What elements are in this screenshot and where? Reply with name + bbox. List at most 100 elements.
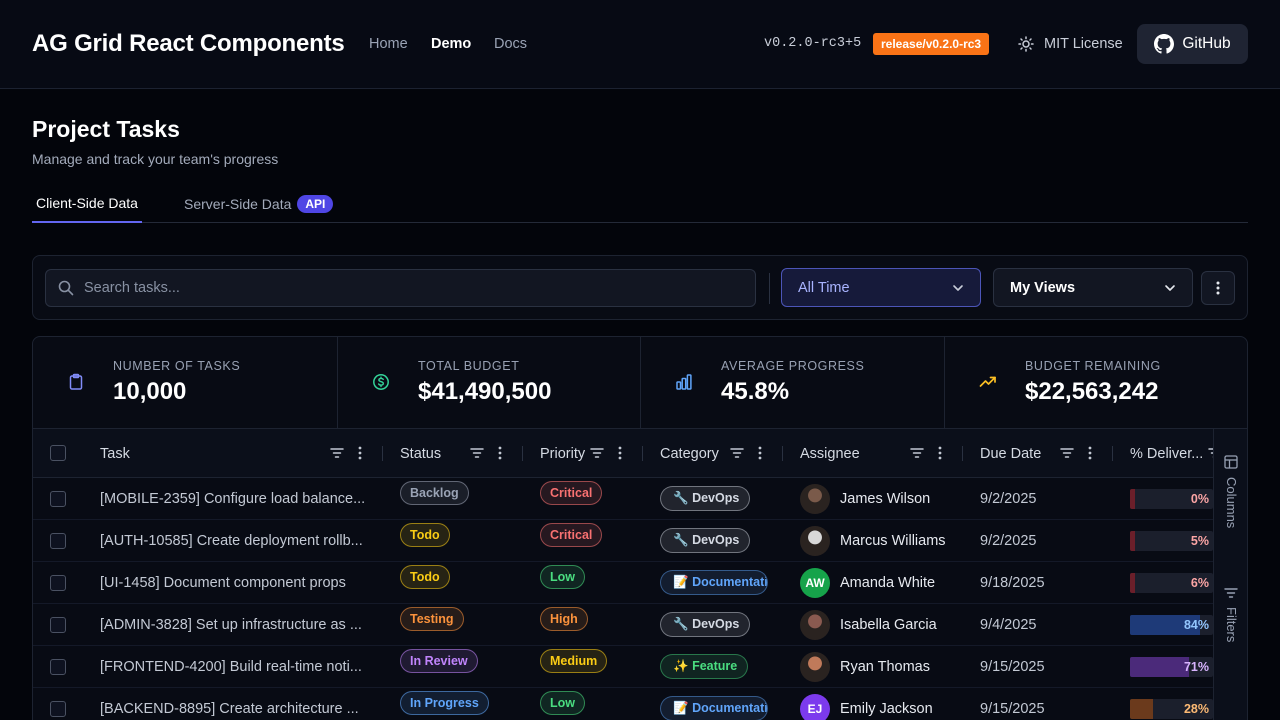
search-box[interactable] [45,269,756,307]
github-button[interactable]: GitHub [1137,24,1248,64]
nav-link-demo[interactable]: Demo [431,36,471,52]
chevron-down-icon [1165,284,1175,291]
column-separator[interactable] [962,446,963,461]
table-row[interactable]: [AUTH-10585] Create deployment rollb... … [33,520,1213,562]
column-separator[interactable] [1112,446,1113,461]
category-badge[interactable]: 📝 Documentation [660,696,768,720]
column-menu-icon[interactable] [758,446,762,460]
task-title[interactable]: [BACKEND-8895] Create architecture ... [100,701,368,717]
progress-bar: 5% [1130,531,1213,551]
progress-label: 5% [1190,534,1209,548]
toolbar-divider [769,273,770,304]
status-badge[interactable]: Todo [400,565,450,589]
search-input[interactable] [84,280,724,296]
filters-panel-button[interactable]: Filters [1214,569,1247,709]
filter-icon[interactable] [1060,446,1074,460]
tasks-grid: Task Status Priority Category Assignee D… [33,429,1213,720]
category-label: Documentation [692,575,768,589]
filter-icon[interactable] [910,446,924,460]
search-icon [58,280,74,296]
column-header-assignee[interactable]: Assignee [800,429,980,478]
category-badge[interactable]: 🔧 DevOps [660,612,751,637]
nav-link-docs[interactable]: Docs [494,36,527,52]
assignee-name: Ryan Thomas [840,659,930,675]
tab-server-side[interactable]: Server-Side Data API [180,186,337,223]
column-header-percent-delivered[interactable]: % Deliver... [1130,429,1213,478]
filter-icon[interactable] [590,446,604,460]
clipboard-icon [69,373,83,390]
priority-badge[interactable]: Medium [540,649,608,673]
priority-badge[interactable]: Low [540,691,585,715]
chevron-down-icon [953,284,963,291]
task-title[interactable]: [AUTH-10585] Create deployment rollb... [100,533,368,549]
row-checkbox[interactable] [50,701,66,717]
category-badge[interactable]: 🔧 DevOps [660,486,751,511]
priority-badge[interactable]: Critical [540,523,603,547]
category-badge[interactable]: 📝 Documentation [660,570,768,595]
task-title[interactable]: [MOBILE-2359] Configure load balance... [100,491,368,507]
category-label: Feature [692,659,738,673]
row-checkbox[interactable] [50,575,66,591]
page-title: Project Tasks [32,116,180,142]
data-tabs: Client-Side Data Server-Side Data API [32,186,1248,223]
column-header-status[interactable]: Status [400,429,540,478]
row-checkbox[interactable] [50,491,66,507]
select-all-checkbox[interactable] [50,445,66,461]
priority-badge[interactable]: Critical [540,481,603,505]
category-emoji-icon: 🔧 [673,617,689,631]
filter-icon[interactable] [470,446,484,460]
filter-icon[interactable] [330,446,344,460]
avatar: AW [800,568,830,598]
views-select[interactable]: My Views [993,268,1193,307]
row-checkbox[interactable] [50,617,66,633]
table-row[interactable]: [ADMIN-3828] Set up infrastructure as ..… [33,604,1213,646]
category-badge[interactable]: ✨ Feature [660,654,749,679]
priority-badge[interactable]: High [540,607,588,631]
row-checkbox[interactable] [50,533,66,549]
category-emoji-icon: 🔧 [673,491,689,505]
column-separator[interactable] [382,446,383,461]
status-badge[interactable]: Todo [400,523,450,547]
column-header-category[interactable]: Category [660,429,800,478]
time-filter-value: All Time [798,279,850,296]
table-row[interactable]: [FRONTEND-4200] Build real-time noti... … [33,646,1213,688]
task-title[interactable]: [UI-1458] Document component props [100,575,368,591]
more-options-button[interactable] [1201,271,1235,305]
row-checkbox[interactable] [50,659,66,675]
status-badge[interactable]: Testing [400,607,464,631]
column-separator[interactable] [782,446,783,461]
category-badge[interactable]: 🔧 DevOps [660,528,751,553]
assignee-name: Emily Jackson [840,701,933,717]
status-badge[interactable]: Backlog [400,481,469,505]
table-row[interactable]: [UI-1458] Document component props Todo … [33,562,1213,604]
avatar: EJ [800,694,830,720]
column-menu-icon[interactable] [618,446,622,460]
column-header-due-date[interactable]: Due Date [980,429,1130,478]
priority-badge[interactable]: Low [540,565,585,589]
column-menu-icon[interactable] [498,446,502,460]
task-title[interactable]: [FRONTEND-4200] Build real-time noti... [100,659,368,675]
column-header-task[interactable]: Task [100,429,400,478]
column-menu-icon[interactable] [1088,446,1092,460]
column-separator[interactable] [642,446,643,461]
column-separator[interactable] [522,446,523,461]
filter-icon[interactable] [730,446,744,460]
brand-title[interactable]: AG Grid React Components [32,30,345,58]
progress-label: 0% [1190,492,1209,506]
column-menu-icon[interactable] [358,446,362,460]
time-filter-select[interactable]: All Time [781,268,981,307]
due-date: 9/15/2025 [980,701,1045,717]
columns-panel-button[interactable]: Columns [1214,429,1247,569]
assignee-name: James Wilson [840,491,931,507]
column-label: Priority [540,446,586,462]
nav-link-home[interactable]: Home [369,36,408,52]
tab-client-side[interactable]: Client-Side Data [32,186,142,223]
dollar-circle-icon [373,374,389,390]
license-link[interactable]: MIT License [1018,35,1123,53]
table-row[interactable]: [BACKEND-8895] Create architecture ... I… [33,688,1213,720]
status-badge[interactable]: In Review [400,649,478,673]
table-row[interactable]: [MOBILE-2359] Configure load balance... … [33,478,1213,520]
status-badge[interactable]: In Progress [400,691,489,715]
column-menu-icon[interactable] [938,446,942,460]
task-title[interactable]: [ADMIN-3828] Set up infrastructure as ..… [100,617,368,633]
